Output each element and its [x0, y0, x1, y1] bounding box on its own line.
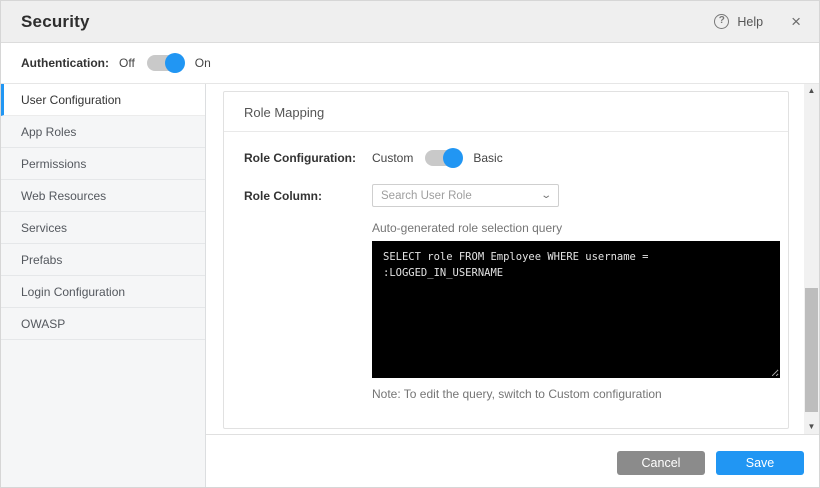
close-icon[interactable]: ×	[791, 13, 801, 30]
footer-actions: Cancel Save	[206, 434, 819, 488]
query-block: Auto-generated role selection query SELE…	[372, 221, 768, 401]
role-configuration-toggle[interactable]	[425, 150, 461, 166]
authentication-on-label: On	[195, 56, 211, 70]
role-column-placeholder: Search User Role	[381, 190, 542, 202]
sidebar-item-services[interactable]: Services	[1, 212, 205, 244]
scroll-down-icon[interactable]: ▼	[804, 420, 819, 434]
authentication-off-label: Off	[119, 56, 135, 70]
sidebar: User Configuration App Roles Permissions…	[1, 84, 206, 488]
role-column-row: Role Column: Search User Role ⌄	[244, 184, 768, 207]
role-column-select[interactable]: Search User Role ⌄	[372, 184, 559, 207]
dialog-header: Security ? Help ×	[1, 1, 819, 43]
authentication-toggle[interactable]	[147, 55, 183, 71]
toggle-knob	[165, 53, 185, 73]
scroll-region: Role Mapping Role Configuration: Custom …	[206, 84, 819, 434]
main-content: Role Mapping Role Configuration: Custom …	[206, 84, 819, 488]
authentication-row: Authentication: Off On	[1, 43, 819, 84]
role-configuration-row: Role Configuration: Custom Basic	[244, 150, 768, 166]
sidebar-item-user-configuration[interactable]: User Configuration	[1, 84, 205, 116]
scrollbar[interactable]: ▲ ▼	[804, 84, 819, 434]
sidebar-item-web-resources[interactable]: Web Resources	[1, 180, 205, 212]
sidebar-item-owasp[interactable]: OWASP	[1, 308, 205, 340]
sidebar-item-app-roles[interactable]: App Roles	[1, 116, 205, 148]
chevron-down-icon: ⌄	[540, 190, 552, 201]
scrollbar-thumb[interactable]	[805, 288, 818, 412]
role-selection-query-textarea[interactable]: SELECT role FROM Employee WHERE username…	[372, 241, 780, 378]
sidebar-item-prefabs[interactable]: Prefabs	[1, 244, 205, 276]
help-link[interactable]: Help	[737, 15, 763, 29]
role-column-label: Role Column:	[244, 189, 372, 203]
security-dialog: Security ? Help × Authentication: Off On…	[0, 0, 820, 488]
role-config-custom-label: Custom	[372, 151, 413, 165]
help-icon[interactable]: ?	[714, 14, 729, 29]
panel-title: Role Mapping	[224, 92, 788, 132]
cancel-button[interactable]: Cancel	[617, 451, 705, 475]
query-caption: Auto-generated role selection query	[372, 221, 768, 235]
role-configuration-label: Role Configuration:	[244, 151, 372, 165]
save-button[interactable]: Save	[716, 451, 804, 475]
role-config-basic-label: Basic	[473, 151, 502, 165]
sidebar-item-login-configuration[interactable]: Login Configuration	[1, 276, 205, 308]
sidebar-item-permissions[interactable]: Permissions	[1, 148, 205, 180]
role-mapping-panel: Role Mapping Role Configuration: Custom …	[223, 91, 789, 429]
query-note: Note: To edit the query, switch to Custo…	[372, 387, 768, 401]
page-title: Security	[21, 12, 90, 32]
scroll-up-icon[interactable]: ▲	[804, 84, 819, 98]
authentication-label: Authentication:	[21, 56, 119, 70]
toggle-knob	[443, 148, 463, 168]
